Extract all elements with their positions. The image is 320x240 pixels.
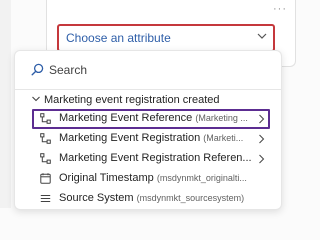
list-item-marketing-event-registration-reference[interactable]: Marketing Event Registration Referen... <box>32 149 270 169</box>
text-lines-icon <box>40 195 51 202</box>
divider <box>15 89 281 90</box>
more-options-icon[interactable]: ··· <box>273 3 287 15</box>
relationship-icon <box>40 133 51 144</box>
attribute-select-placeholder: Choose an attribute <box>66 31 171 45</box>
list-item-label: Marketing Event Registration (Marketi... <box>59 132 244 144</box>
attribute-select[interactable]: Choose an attribute <box>57 24 275 52</box>
chevron-down-icon <box>32 96 40 102</box>
list-item-label: Marketing Event Reference (Marketing ... <box>59 112 248 124</box>
chevron-right-icon <box>259 154 265 164</box>
group-header[interactable]: Marketing event registration created <box>31 94 219 110</box>
chevron-right-icon <box>259 134 265 144</box>
attribute-dropdown: Marketing event registration created Mar… <box>14 50 282 210</box>
relationship-icon <box>40 113 51 124</box>
list-item-source-system[interactable]: Source System (msdynmkt_sourcesystem) <box>32 189 270 209</box>
list-item-label: Marketing Event Registration Referen... <box>59 152 252 164</box>
search-row <box>15 59 281 81</box>
search-input[interactable] <box>49 61 249 79</box>
relationship-icon <box>40 153 51 164</box>
calendar-icon <box>40 173 51 184</box>
list-item-marketing-event-reference[interactable]: Marketing Event Reference (Marketing ... <box>32 109 270 129</box>
chevron-right-icon <box>259 114 265 124</box>
list-item-original-timestamp[interactable]: Original Timestamp (msdynmkt_originalti.… <box>32 169 270 189</box>
left-background-strip <box>0 0 11 208</box>
list-item-label: Original Timestamp (msdynmkt_originalti.… <box>59 172 247 184</box>
chevron-down-icon <box>257 33 267 39</box>
search-icon <box>31 63 44 76</box>
list-item-marketing-event-registration[interactable]: Marketing Event Registration (Marketi... <box>32 129 270 149</box>
group-header-label: Marketing event registration created <box>44 94 220 106</box>
list-item-label: Source System (msdynmkt_sourcesystem) <box>59 192 245 204</box>
